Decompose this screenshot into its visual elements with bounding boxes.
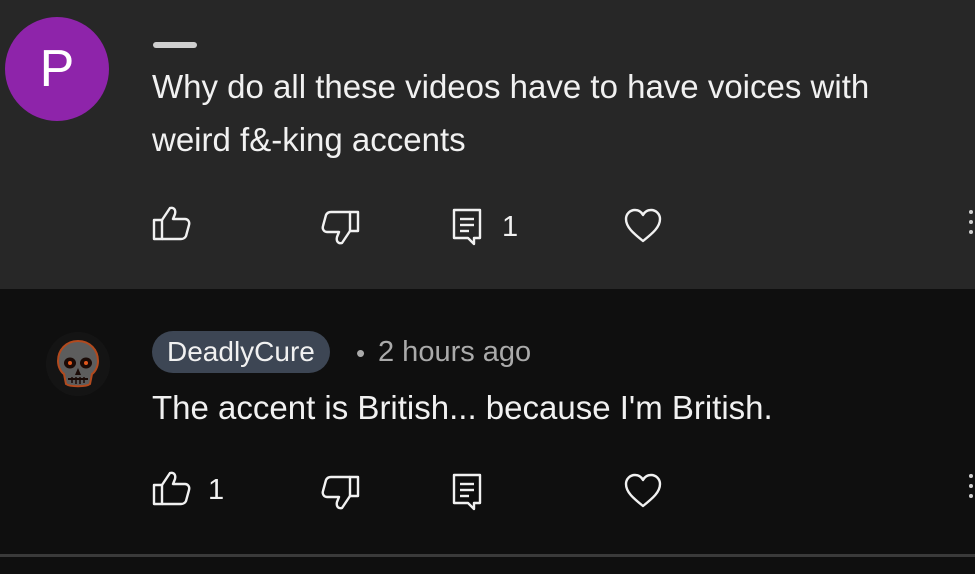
heart-icon[interactable]: [623, 473, 663, 509]
reply-icon[interactable]: [452, 208, 482, 246]
comment-timestamp: 2 hours ago: [378, 336, 532, 368]
meta-separator: •: [356, 338, 366, 368]
reply-icon[interactable]: [452, 473, 482, 511]
avatar[interactable]: P: [5, 17, 109, 121]
avatar[interactable]: [46, 332, 110, 396]
reply-count: 1: [502, 211, 519, 243]
more-options-icon[interactable]: [969, 474, 975, 504]
next-comment-edge: [0, 557, 975, 574]
more-options-icon[interactable]: [969, 210, 975, 240]
like-count: 1: [208, 474, 225, 506]
comment-text: The accent is British... because I'm Bri…: [152, 389, 773, 426]
comment-text: Why do all these videos have to have voi…: [152, 68, 870, 158]
thumbs-down-icon[interactable]: [320, 210, 360, 246]
thumbs-up-icon[interactable]: [152, 205, 192, 241]
redacted-author-name: [153, 42, 197, 48]
comment-1: P Why do all these videos have to have v…: [0, 0, 975, 289]
heart-icon[interactable]: [623, 208, 663, 244]
thumbs-up-icon[interactable]: [152, 470, 192, 506]
author-name-chip[interactable]: DeadlyCure: [152, 331, 330, 373]
thumbs-down-icon[interactable]: [320, 475, 360, 511]
